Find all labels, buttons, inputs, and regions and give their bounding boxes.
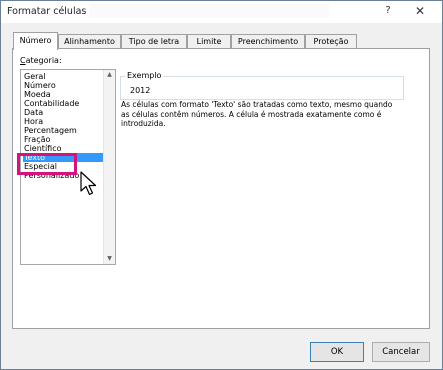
list-item-percentagem[interactable]: Percentagem xyxy=(23,126,103,135)
list-item-hora[interactable]: Hora xyxy=(23,117,103,126)
close-icon[interactable]: ✕ xyxy=(411,3,429,19)
example-groupbox: Exemplo 2012 xyxy=(120,71,404,100)
tab-limite[interactable]: Limite xyxy=(187,34,231,48)
list-item-fracao[interactable]: Fração xyxy=(23,135,103,144)
scroll-up-icon[interactable]: ▲ xyxy=(104,70,115,80)
mouse-pointer-icon xyxy=(80,171,97,196)
category-label-text: ategoria: xyxy=(25,56,62,65)
scroll-down-icon[interactable]: ▼ xyxy=(104,254,115,264)
tab-preenchimento[interactable]: Preenchimento xyxy=(231,34,305,48)
title-bar-background-ghost xyxy=(89,4,329,18)
title-bar: Formatar células ? ✕ xyxy=(1,1,442,23)
list-item-contabilidade[interactable]: Contabilidade xyxy=(23,99,103,108)
category-label: Categoria: xyxy=(20,56,62,65)
list-item-numero[interactable]: Número xyxy=(23,81,103,90)
list-item-geral[interactable]: Geral xyxy=(23,72,103,81)
list-item-texto[interactable]: Texto xyxy=(23,153,103,162)
example-value: 2012 xyxy=(130,86,151,95)
format-cells-dialog: Formatar células ? ✕ Número Alinhamento … xyxy=(0,0,443,370)
cancel-button[interactable]: Cancelar xyxy=(372,342,430,362)
help-icon[interactable]: ? xyxy=(381,3,395,19)
list-item-data[interactable]: Data xyxy=(23,108,103,117)
tab-panel-numero: Categoria: Geral Número Moeda Contabilid… xyxy=(12,48,430,329)
dialog-title: Formatar células xyxy=(7,6,87,17)
ok-button[interactable]: OK xyxy=(310,342,364,362)
list-item-cientifico[interactable]: Científico xyxy=(23,144,103,153)
list-item-moeda[interactable]: Moeda xyxy=(23,90,103,99)
category-listbox[interactable]: Geral Número Moeda Contabilidade Data Ho… xyxy=(20,69,116,265)
tab-protecao[interactable]: Proteção xyxy=(305,34,357,48)
category-scrollbar[interactable]: ▲ ▼ xyxy=(103,70,115,264)
format-description: As células com formato 'Texto' são trata… xyxy=(121,100,393,128)
tab-alinhamento[interactable]: Alinhamento xyxy=(58,34,121,48)
list-item-especial[interactable]: Especial xyxy=(23,162,103,171)
example-title: Exemplo xyxy=(125,71,164,80)
tab-tipo-de-letra[interactable]: Tipo de letra xyxy=(121,34,187,48)
tab-numero[interactable]: Número xyxy=(13,32,58,50)
